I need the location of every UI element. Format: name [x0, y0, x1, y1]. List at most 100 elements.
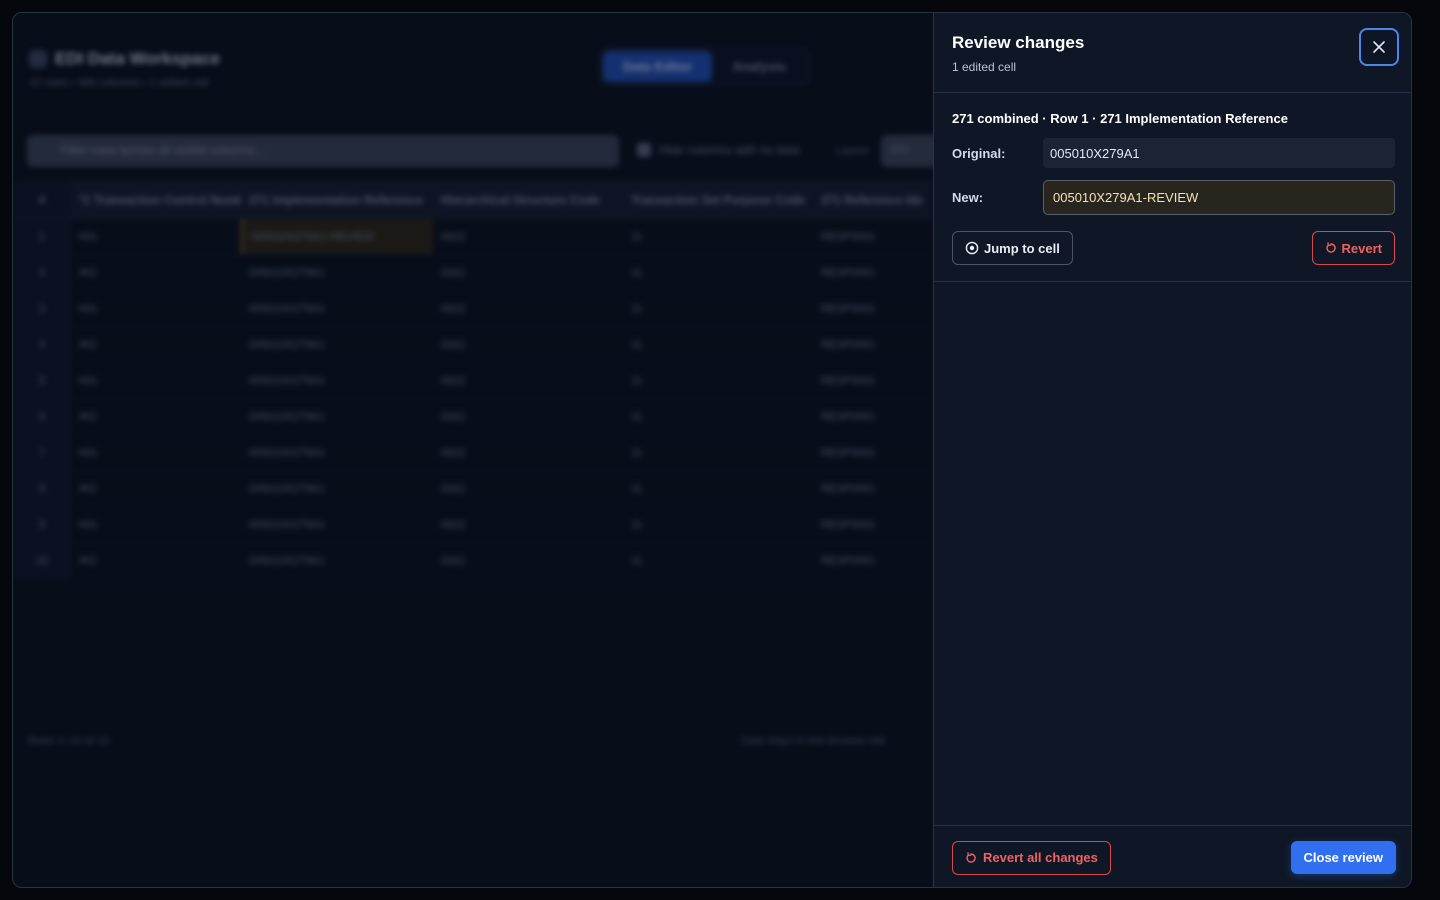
table-cell[interactable]: 005010X279A1 [241, 471, 433, 506]
row-number: 5 [13, 363, 71, 398]
row-number: 10 [13, 543, 71, 578]
table-cell[interactable]: 11 [623, 435, 813, 470]
tab-analysis[interactable]: Analysis [712, 51, 805, 82]
row-number: 8 [13, 471, 71, 506]
revert-all-label: Revert all changes [983, 850, 1098, 865]
table-cell[interactable]: 0022 [433, 219, 623, 254]
table-cell[interactable]: #01 [71, 327, 241, 362]
table-cell[interactable]: 0022 [433, 399, 623, 434]
table-cell[interactable]: 11 [623, 291, 813, 326]
table-cell[interactable]: 11 [623, 363, 813, 398]
table-cell[interactable]: RESP0001 [813, 327, 933, 362]
table-cell[interactable]: 0022 [433, 327, 623, 362]
undo-icon [1325, 242, 1336, 253]
table-cell[interactable]: 005010X279A1 [241, 255, 433, 290]
table-cell[interactable]: RESP0001 [813, 543, 933, 578]
workspace-header: EDI Data Workspace 10 rows • 369 columns… [29, 49, 220, 89]
hide-empty-columns-toggle[interactable]: Hide columns with no data [637, 143, 800, 157]
row-number: 7 [13, 435, 71, 470]
table-cell[interactable]: 005010X279A1 [241, 543, 433, 578]
table-cell[interactable]: 005010X279A1 [241, 507, 433, 542]
table-cell[interactable]: RESP0001 [813, 399, 933, 434]
table-cell[interactable]: 0022 [433, 363, 623, 398]
close-button[interactable] [1359, 28, 1399, 66]
workspace-logo-icon [29, 50, 47, 68]
table-header-row: # *1 Transaction Control Numb 271 Implem… [13, 179, 933, 219]
jump-to-cell-button[interactable]: Jump to cell [952, 231, 1073, 265]
row-number: 4 [13, 327, 71, 362]
table-cell[interactable]: RESP0001 [813, 363, 933, 398]
close-review-button[interactable]: Close review [1290, 841, 1396, 874]
table-cell[interactable]: RESP0001 [813, 291, 933, 326]
rows-count: Rows 1–10 of 10 [27, 735, 110, 747]
table-cell[interactable]: #01 [71, 471, 241, 506]
column-header[interactable]: 271 Reference Ide [813, 179, 933, 218]
data-table: # *1 Transaction Control Numb 271 Implem… [13, 179, 933, 579]
table-cell[interactable]: 005010X279A1 [241, 363, 433, 398]
undo-icon [966, 851, 976, 863]
table-cell[interactable]: 11 [623, 255, 813, 290]
new-row: New: [952, 180, 1395, 215]
table-row: 2 #01 005010X279A1 0022 11 RESP0001 [13, 255, 933, 291]
table-cell[interactable]: #01 [71, 219, 241, 254]
row-number: 2 [13, 255, 71, 290]
table-cell[interactable]: 0022 [433, 507, 623, 542]
table-cell[interactable]: 11 [623, 327, 813, 362]
new-value-input[interactable] [1043, 180, 1395, 215]
tab-data-editor[interactable]: Data Editor [603, 51, 713, 82]
table-cell[interactable]: #01 [71, 363, 241, 398]
workspace-title: EDI Data Workspace [55, 49, 221, 68]
table-cell[interactable]: #01 [71, 255, 241, 290]
table-cell[interactable]: 11 [623, 219, 813, 254]
table-cell[interactable]: 0022 [433, 471, 623, 506]
table-row: 3 #01 005010X279A1 0022 11 RESP0001 [13, 291, 933, 327]
table-cell[interactable]: 005010X279A1 [241, 291, 433, 326]
layout-select[interactable]: 271 [881, 135, 941, 167]
column-header[interactable]: Transaction Set Purpose Code [623, 179, 813, 218]
row-number: 3 [13, 291, 71, 326]
table-cell[interactable]: RESP0001 [813, 255, 933, 290]
table-cell[interactable]: 0022 [433, 291, 623, 326]
original-label: Original: [952, 145, 1006, 161]
table-cell[interactable]: #01 [71, 507, 241, 542]
table-cell[interactable]: RESP0001 [813, 435, 933, 470]
change-heading: 271 combined · Row 1 · 271 Implementatio… [952, 111, 1288, 126]
table-cell[interactable]: 0022 [433, 255, 623, 290]
table-cell[interactable]: 005010X279A1 [241, 435, 433, 470]
table-body: 1 #01 005010X279A1-REVIEW 0022 11 RESP0001 2 #0… [13, 219, 933, 579]
row-number: 6 [13, 399, 71, 434]
table-cell[interactable]: RESP0001 [813, 507, 933, 542]
review-panel: Review changes 1 edited cell 271 combine… [933, 13, 1411, 887]
workspace-subtitle: 10 rows • 369 columns • 1 edited cell [29, 77, 209, 89]
table-row: 9 #01 005010X279A1 0022 11 RESP0001 [13, 507, 933, 543]
jump-to-cell-label: Jump to cell [984, 240, 1060, 256]
original-row: Original: 005010X279A1 [952, 138, 1395, 168]
table-cell[interactable]: #01 [71, 291, 241, 326]
table-cell[interactable]: 0022 [433, 435, 623, 470]
revert-all-button[interactable]: Revert all changes [952, 840, 1111, 875]
table-cell[interactable]: 005010X279A1 [241, 399, 433, 434]
table-row: 7 #01 005010X279A1 0022 11 RESP0001 [13, 435, 933, 471]
filter-input[interactable]: Filter rows across all visible columns..… [27, 135, 619, 167]
table-cell[interactable]: 11 [623, 471, 813, 506]
table-cell[interactable]: #01 [71, 543, 241, 578]
table-cell[interactable]: #01 [71, 399, 241, 434]
table-cell[interactable]: 005010X279A1 [241, 327, 433, 362]
table-row: 4 #01 005010X279A1 0022 11 RESP0001 [13, 327, 933, 363]
hide-empty-checkbox[interactable] [637, 143, 651, 157]
table-cell[interactable]: RESP0001 [813, 219, 933, 254]
table-cell[interactable]: 005010X279A1-REVIEW [241, 219, 433, 254]
table-cell[interactable]: 0022 [433, 543, 623, 578]
revert-button[interactable]: Revert [1311, 231, 1395, 265]
hide-empty-label: Hide columns with no data [659, 143, 800, 157]
column-header[interactable]: Hierarchical Structure Code [433, 179, 623, 218]
table-cell[interactable]: RESP0001 [813, 471, 933, 506]
table-cell[interactable]: 11 [623, 543, 813, 578]
column-header[interactable]: 271 Implementation Reference [241, 179, 433, 218]
table-row: 6 #01 005010X279A1 0022 11 RESP0001 [13, 399, 933, 435]
table-cell[interactable]: 11 [623, 399, 813, 434]
table-cell[interactable]: 11 [623, 507, 813, 542]
table-cell[interactable]: #01 [71, 435, 241, 470]
column-header[interactable]: *1 Transaction Control Numb [71, 179, 241, 218]
column-header[interactable]: # [13, 179, 71, 218]
